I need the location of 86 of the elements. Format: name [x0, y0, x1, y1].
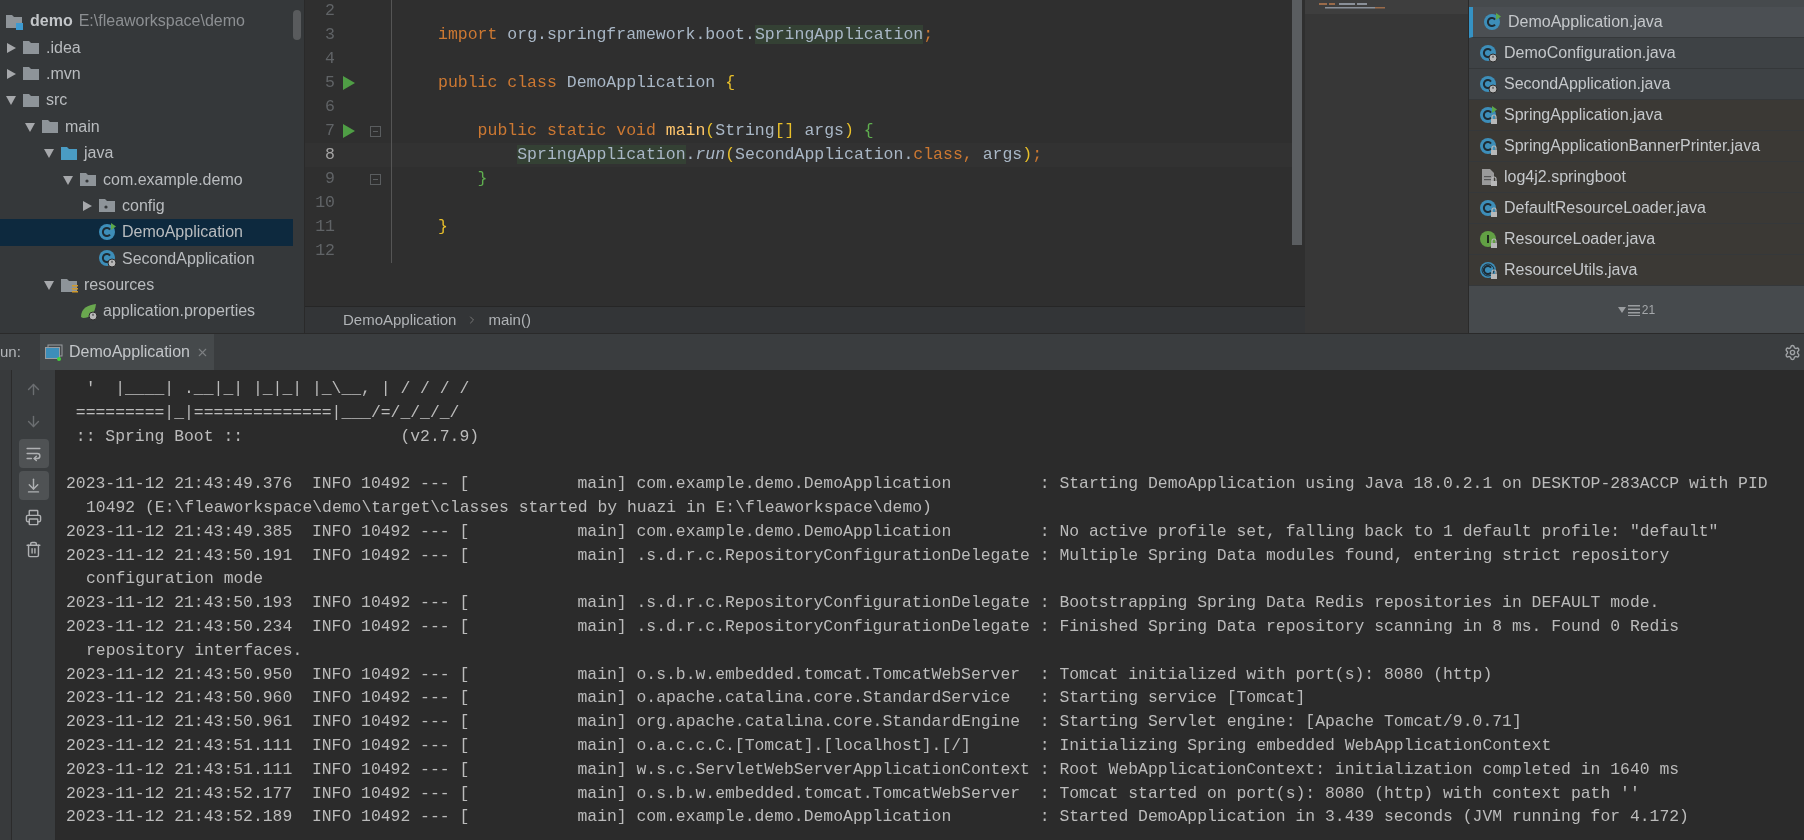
tree-item[interactable]: main — [0, 113, 293, 140]
caret-icon[interactable] — [62, 173, 74, 186]
class-icon — [1479, 136, 1498, 156]
log-line: 2023-11-12 21:43:50.961 INFO 10492 --- [ main] org.apache.catalina.core.StandardEngine : Starting Servlet engine: [Apache Tomcat/9.0.71] — [66, 711, 1522, 734]
trash-icon — [25, 541, 42, 558]
log-line: 2023-11-12 21:43:50.191 INFO 10492 --- [ main] .s.d.r.c.RepositoryConfigurationDelegate : Multiple Spring Data modules found, entering strict repository — [66, 544, 1670, 567]
caret-icon[interactable] — [5, 67, 17, 80]
caret-icon[interactable] — [24, 120, 36, 133]
log-line: 2023-11-12 21:43:49.376 INFO 10492 --- [ main] com.example.demo.DemoApplication : Starting DemoApplication using Java 18.0.2.1 on DESKTOP-283ACCP with PID — [66, 473, 1768, 496]
tree-item[interactable]: application.properties — [0, 298, 293, 325]
class-icon — [98, 222, 117, 242]
list-icon — [1627, 303, 1640, 316]
code-line: public class DemoApplication { — [438, 71, 736, 94]
code-line: import org.springframework.boot.SpringApplication; — [438, 23, 934, 46]
scrollbar[interactable] — [1292, 0, 1302, 245]
caret-icon[interactable] — [43, 279, 55, 292]
line-number: 8 — [324, 143, 335, 166]
wrap-button[interactable] — [18, 439, 49, 468]
project-name: demo — [30, 11, 73, 32]
breadcrumb[interactable]: main() — [488, 308, 531, 332]
leaf-icon — [79, 302, 98, 321]
run-tab[interactable]: DemoApplication — [40, 334, 214, 370]
class-icon — [1479, 105, 1498, 125]
tree-item[interactable]: resources — [0, 271, 293, 299]
file-list-item[interactable]: DefaultResourceLoader.java — [1469, 193, 1804, 224]
tree-item[interactable]: src — [0, 87, 293, 114]
caret-icon[interactable] — [81, 199, 93, 212]
run-label: un: — [0, 341, 22, 362]
caret-icon[interactable] — [5, 41, 17, 54]
class-icon — [98, 249, 117, 269]
caret-icon[interactable] — [43, 147, 55, 160]
file-list-item[interactable]: ResourceUtils.java — [1469, 255, 1804, 286]
log-line: 2023-11-12 21:43:52.177 INFO 10492 --- [ main] o.s.b.w.embedded.tomcat.TomcatWebServer : Tomcat started on port(s): 8080 (http) with context path '' — [66, 782, 1640, 805]
file-list-item[interactable]: DemoConfiguration.java — [1469, 38, 1804, 69]
tree-item[interactable]: .idea — [0, 34, 293, 61]
project-path: E:\fleaworkspace\demo — [78, 11, 245, 32]
log-line: 2023-11-12 21:43:50.193 INFO 10492 --- [ main] .s.d.r.c.RepositoryConfigurationDelegate : Bootstrapping Spring Data Redis repositories in DEFAULT mode. — [66, 592, 1660, 615]
breadcrumb[interactable]: DemoApplication — [343, 308, 457, 332]
scroll-to-end-button[interactable] — [18, 471, 49, 500]
file-list-item[interactable]: SpringApplicationBannerPrinter.java — [1469, 131, 1804, 162]
banner-line: :: Spring Boot :: (v2.7.9) — [74, 425, 480, 448]
scroll-to-end-icon — [25, 477, 42, 494]
file-icon — [1479, 167, 1498, 187]
interface-icon — [1479, 229, 1498, 249]
tree-item[interactable]: com.example.demo — [0, 166, 293, 193]
log-line: 2023-11-12 21:43:50.234 INFO 10492 --- [ main] .s.d.r.c.RepositoryConfigurationDelegate : Finished Spring Data repository scanning in 8 ms. Found 0 Redis — [66, 615, 1680, 638]
code-line: } — [438, 215, 448, 238]
tree-item[interactable]: SecondApplication — [0, 245, 293, 272]
log-line: 10492 (E:\fleaworkspace\demo\target\classes started by huazi in E:\fleaworkspace\demo) — [85, 497, 932, 519]
run-icon[interactable] — [343, 124, 355, 138]
tree-item[interactable]: .mvn — [0, 60, 293, 88]
log-line: 2023-11-12 21:43:52.189 INFO 10492 --- [ main] com.example.demo.DemoApplication : Started DemoApplication in 3.439 seconds (JVM running for 4.172) — [66, 806, 1689, 829]
caret-icon[interactable] — [5, 94, 17, 107]
tree-item[interactable]: java — [0, 139, 293, 167]
console-icon — [45, 343, 63, 361]
code-line: public static void main(String[] args) { — [476, 119, 874, 142]
dropdown-icon[interactable] — [1617, 306, 1626, 313]
class-icon — [1479, 43, 1498, 63]
log-line: 2023-11-12 21:43:50.960 INFO 10492 --- [ main] o.apache.catalina.core.StandardService : Starting service [Tomcat] — [66, 687, 1306, 710]
print-icon — [25, 509, 42, 526]
file-list-item[interactable]: DemoApplication.java — [1469, 7, 1804, 38]
log-line: 2023-11-12 21:43:51.111 INFO 10492 --- [ main] o.a.c.c.C.[Tomcat].[localhost].[/] : Initializing Spring embedded WebApplicationContext — [66, 734, 1552, 757]
wrap-icon — [25, 445, 42, 462]
class-icon — [1483, 12, 1502, 32]
item-count: 21 — [1641, 301, 1656, 319]
class-icon — [1479, 198, 1498, 218]
tree-item[interactable]: config — [0, 192, 293, 220]
banner-line: =========|_|==============|___/=/_/_/_/ — [74, 401, 460, 424]
class-icon — [1479, 260, 1498, 280]
log-line: 2023-11-12 21:43:49.385 INFO 10492 --- [ main] com.example.demo.DemoApplication : No active profile set, falling back to 1 default profile: "default" — [66, 520, 1719, 543]
file-list-item[interactable]: SecondApplication.java — [1469, 69, 1804, 100]
log-line: 2023-11-12 21:43:50.950 INFO 10492 --- [ main] o.s.b.w.embedded.tomcat.TomcatWebServer : Tomcat initialized with port(s): 8080 (http) — [66, 663, 1493, 686]
file-list-item[interactable]: SpringApplication.java — [1469, 100, 1804, 131]
log-line: configuration mode — [85, 568, 264, 591]
file-list-item[interactable]: log4j2.springboot — [1469, 162, 1804, 193]
file-list-item[interactable]: ResourceLoader.java — [1469, 224, 1804, 255]
scrollbar[interactable] — [293, 10, 301, 40]
code-line: } — [476, 167, 488, 190]
log-line: 2023-11-12 21:43:51.111 INFO 10492 --- [ main] w.s.c.ServletWebServerApplicationContext : Root WebApplicationContext: initialization completed in 1640 ms — [66, 758, 1680, 781]
tree-item[interactable]: DemoApplication — [0, 219, 293, 246]
run-icon[interactable] — [343, 76, 355, 90]
settings-icon[interactable] — [1784, 343, 1801, 361]
log-line: repository interfaces. — [85, 639, 303, 662]
code-line: SpringApplication.run(SecondApplication.class, args); — [516, 143, 1043, 166]
class-icon — [1479, 74, 1498, 94]
banner-line: ' |____| .__|_| |_|_| |_\__, | / / / / — [84, 378, 470, 400]
